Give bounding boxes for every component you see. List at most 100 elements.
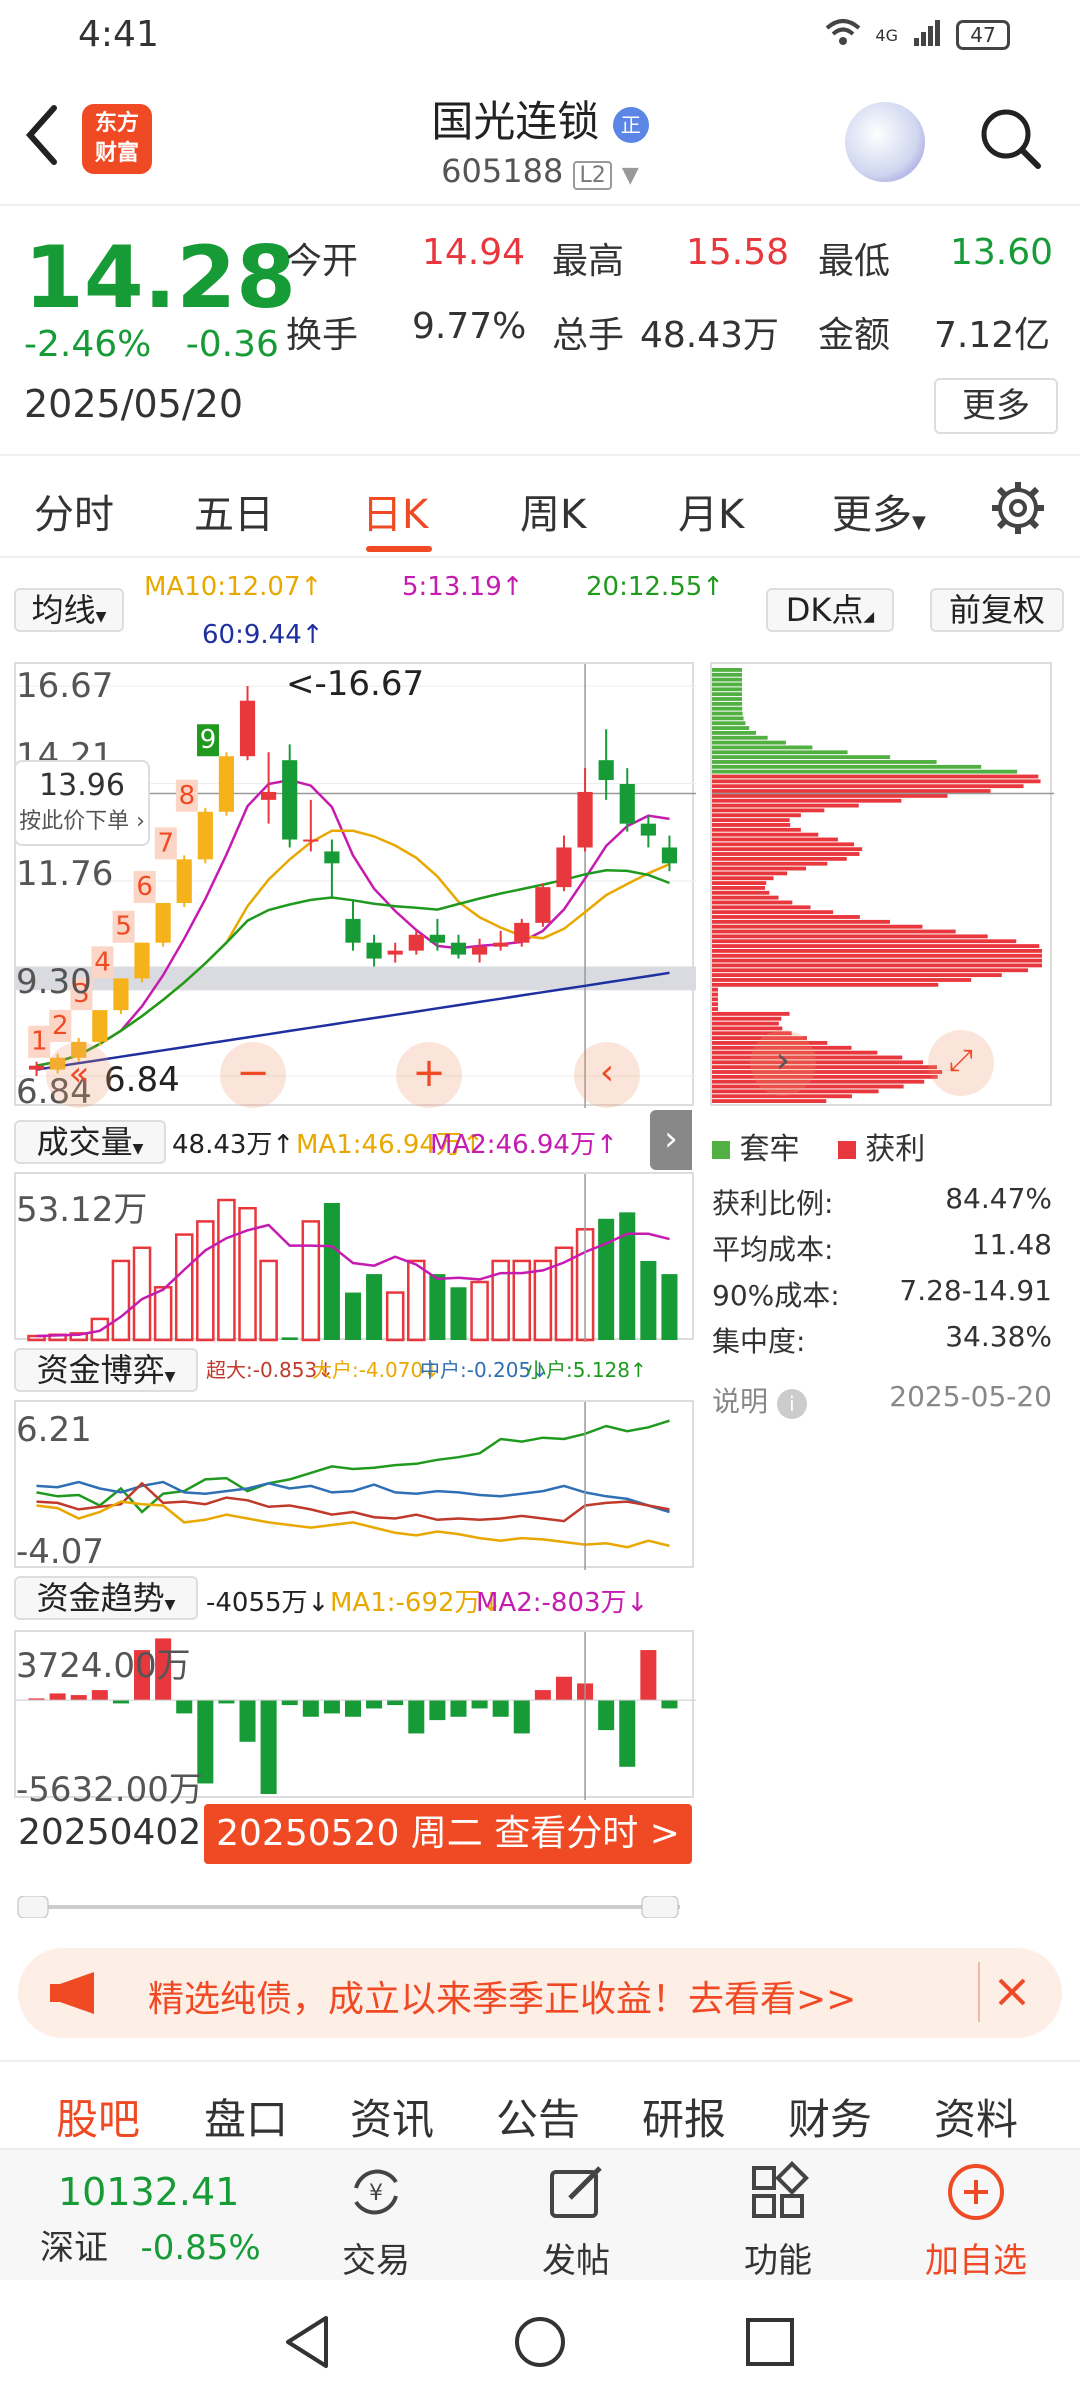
post-button[interactable]: 发帖 [516,2160,636,2282]
sequence-number: 1 [31,1027,48,1057]
volume-bar [259,1259,278,1342]
tab-five-day[interactable]: 五日 [194,482,274,540]
volume-bar [111,1259,131,1342]
index-ticker[interactable]: 10132.41 深证 -0.85% [40,2170,280,2269]
tab-news[interactable]: 资讯 [350,2086,434,2147]
search-icon[interactable] [978,106,1042,170]
candle-body [218,756,235,812]
chip-bar [712,856,847,861]
tooltip-action: 按此价下单 › [19,809,145,834]
candle-body [471,946,488,955]
tab-more[interactable]: 更多▼ [832,482,926,540]
fund-trend-bar [513,1700,530,1734]
tab-announcements[interactable]: 公告 [496,2086,580,2147]
open-label: 今开 [286,241,359,282]
fund-trend-bar [176,1700,193,1714]
settings-gear-icon[interactable] [990,480,1046,540]
ma-selector[interactable]: 均线▼ [14,588,124,632]
add-watchlist-button[interactable]: 加自选 [916,2160,1036,2282]
chip-bar [712,1099,827,1103]
chip-bar [712,910,834,915]
volume-bar [407,1259,426,1342]
fund-game-chart[interactable] [14,1400,694,1570]
dk-note-date: 2025-05-20 [889,1380,1052,1413]
candle-body [598,760,614,781]
dk-next-icon[interactable]: › [750,1030,816,1096]
promo-banner[interactable]: 精选纯债，成立以来季季正收益！去看看>> [18,1948,1062,2038]
nav-back-icon[interactable] [282,2314,334,2374]
volume-bar [301,1220,321,1342]
volume-bar [429,1274,446,1340]
scroll-left-double-icon[interactable]: « [46,1042,112,1108]
tab-daily-k[interactable]: 日K [362,482,428,540]
chip-bar [712,672,743,677]
chip-bar [712,900,793,905]
candle-body [556,847,572,888]
fund-trend-selector[interactable]: 资金趋势▼ [14,1576,198,1620]
view-intraday-button[interactable]: 20250520 周二 查看分时 > [204,1804,692,1864]
more-quote-button[interactable]: 更多 [934,378,1058,434]
turnover-value: 9.77% [412,306,527,347]
chip-bar [712,668,742,672]
trapped-legend-label: 套牢 [739,1132,800,1167]
trade-button[interactable]: ¥ 交易 [316,2160,436,2282]
zoom-in-icon[interactable]: + [396,1042,462,1108]
chip-bar [712,905,811,910]
tab-research[interactable]: 研报 [642,2086,726,2147]
price-tooltip[interactable]: 13.96 按此价下单 › [14,760,150,846]
chip-bar [712,953,1042,958]
chip-bar [712,808,825,813]
expand-panel-icon[interactable]: › [650,1110,692,1170]
current-price: 14.28 [24,228,297,328]
ma5-label: 5:13.19↑ [402,572,524,602]
chip-bar [712,852,860,856]
volume-bar [385,1291,405,1342]
candle-body [535,887,551,923]
kline-chart[interactable]: 123456789 [14,662,696,1108]
active-tab-indicator [366,546,432,552]
fullscreen-icon[interactable]: ⤢ [928,1030,994,1096]
fund-trend-bar [70,1695,87,1701]
zoom-out-icon[interactable]: − [220,1042,286,1108]
chip-bar [712,706,743,711]
nav-home-icon[interactable] [512,2314,568,2374]
tab-orderbook[interactable]: 盘口 [204,2086,288,2147]
volume-bar [640,1260,657,1340]
nav-recents-icon[interactable] [744,2316,796,2372]
volume-bar [323,1202,340,1340]
tab-profile[interactable]: 资料 [934,2086,1018,2147]
bottom-toolbar: 10132.41 深证 -0.85% ¥ 交易 发帖 功能 加自选 [0,2148,1080,2282]
dk-point-button[interactable]: DK点◢ [766,588,894,632]
caret-down-icon: ▼ [912,512,926,533]
kline-svg: 123456789 [16,664,696,1108]
chip-bar [712,711,743,716]
chip-bar [712,997,718,1002]
tab-finance[interactable]: 财务 [788,2086,872,2147]
adjust-button[interactable]: 前复权 [930,588,1064,632]
stock-code: 605188 [441,152,564,190]
chip-bar [712,701,743,706]
megaphone-icon [48,1970,104,2020]
function-button[interactable]: 功能 [718,2160,838,2282]
candle-body [324,851,340,864]
fund-game-selector[interactable]: 资金博弈▼ [14,1348,198,1392]
tab-monthly-k[interactable]: 月K [678,482,744,540]
assistant-robot-icon[interactable] [845,102,925,182]
tab-weekly-k[interactable]: 周K [520,482,586,540]
info-tabs: 股吧 盘口 资讯 公告 研报 财务 资料 [0,2060,1080,2148]
dk-stat-row: 集中度: 34.38% [712,1320,1052,1358]
tab-intraday[interactable]: 分时 [34,482,114,540]
fund-trend-bar [429,1700,446,1721]
candle-body [514,922,530,943]
chip-bar [712,779,1041,784]
chart-scrollbar[interactable] [14,1895,690,1919]
fund-max-label: 6.21 [16,1410,92,1450]
chip-bar [712,823,791,827]
tab-forum[interactable]: 股吧 [56,2086,140,2147]
close-icon[interactable] [978,1962,1038,2022]
scroll-left-icon[interactable]: ‹ [574,1042,640,1108]
dk-note-row[interactable]: 说明 i 2025-05-20 [712,1380,1052,1420]
chip-bar [712,847,863,852]
volume-selector[interactable]: 成交量▼ [14,1120,166,1164]
chip-bar [712,735,768,740]
